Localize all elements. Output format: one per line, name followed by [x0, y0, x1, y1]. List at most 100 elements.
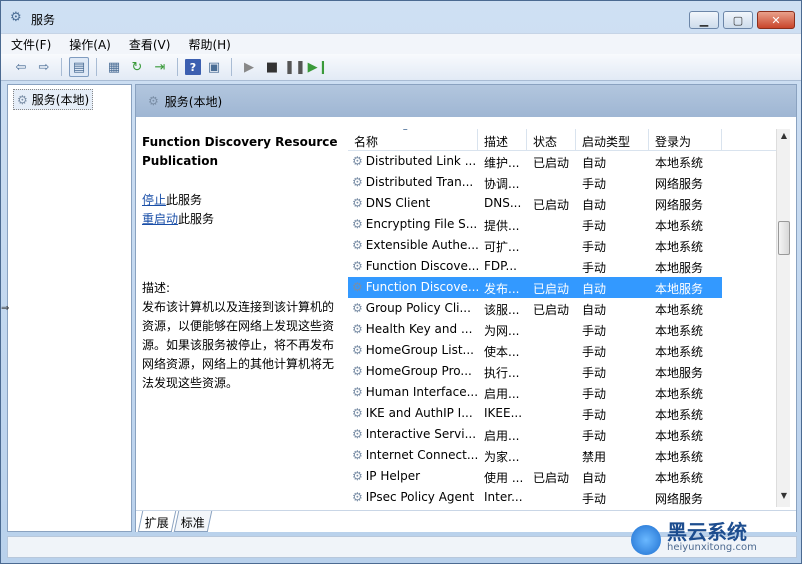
scroll-thumb[interactable]: [778, 221, 790, 255]
service-name: HomeGroup List...: [365, 343, 474, 357]
table-row[interactable]: ⚙ Distributed Link ... 维护... 已启动 自动 本地系统: [348, 151, 776, 172]
tab-standard[interactable]: 标准: [173, 511, 213, 532]
vertical-scrollbar[interactable]: ▲ ▼: [776, 129, 790, 507]
maximize-button[interactable]: ▢: [723, 11, 753, 29]
service-name-cell: ⚙ Function Discove...: [348, 277, 478, 298]
minimize-button[interactable]: ▁: [689, 11, 719, 29]
column-name[interactable]: 名称: [348, 129, 478, 151]
menu-action[interactable]: 操作(A): [59, 34, 119, 54]
list-header: 名称 描述 状态 启动类型 登录为: [348, 129, 776, 151]
column-log-on-as[interactable]: 登录为: [649, 129, 722, 151]
table-row[interactable]: ⚙ Human Interface... 启用... 手动 本地系统: [348, 382, 776, 403]
description-cell: IKEE...: [484, 406, 523, 420]
stop-service-link[interactable]: 停止: [142, 193, 166, 207]
menu-help[interactable]: 帮助(H): [178, 34, 238, 54]
table-row[interactable]: ⚙ HomeGroup Pro... 执行... 手动 本地服务: [348, 361, 776, 382]
table-row[interactable]: ⚙ IKE and AuthIP I... IKEE... 手动 本地系统: [348, 403, 776, 424]
log-on-as-cell: 本地系统: [655, 450, 704, 464]
restart-service-link[interactable]: 重启动: [142, 212, 178, 226]
service-gear-icon: ⚙: [352, 343, 363, 357]
startup-type-cell: 自动: [582, 156, 607, 170]
table-row[interactable]: ⚙ Function Discove... 发布... 已启动 自动 本地服务: [348, 277, 776, 298]
menu-file[interactable]: 文件(F): [1, 34, 59, 54]
description-cell: 可扩...: [484, 240, 520, 254]
log-on-as-cell: 本地系统: [655, 429, 704, 443]
service-name: Group Policy Cli...: [365, 301, 471, 315]
service-title: Function Discovery Resource Publication: [142, 135, 338, 168]
service-name-cell: ⚙ DNS Client: [348, 193, 478, 214]
services-list: 名称 描述 状态 启动类型 登录为 ⚙Distributed Link ...维…: [348, 129, 776, 507]
help-icon[interactable]: ?: [185, 59, 201, 75]
status-cell: [527, 403, 576, 424]
menu-view[interactable]: 查看(V): [119, 34, 179, 54]
description-cell: 发布...: [478, 277, 527, 298]
status-cell: 已启动: [533, 156, 570, 170]
column-status[interactable]: 状态: [527, 129, 576, 151]
startup-type-cell: 手动: [582, 324, 607, 338]
status-cell: [527, 487, 576, 507]
service-gear-icon: ⚙: [352, 469, 363, 483]
forward-arrow-icon[interactable]: ⇨: [34, 57, 54, 77]
startup-type-cell: 手动: [582, 366, 607, 380]
table-row[interactable]: ⚙ HomeGroup List... 使本... 手动 本地系统: [348, 340, 776, 361]
table-row[interactable]: ⚙ Distributed Tran... 协调... 手动 网络服务: [348, 172, 776, 193]
table-row[interactable]: ⚙ IPsec Policy Agent Inter... 手动 网络服务: [348, 487, 776, 507]
watermark-name: 黑云系统: [667, 520, 747, 544]
tab-extended[interactable]: 扩展: [137, 511, 177, 532]
status-cell: [527, 340, 576, 361]
table-row[interactable]: ⚙ Function Discove... FDP... 手动 本地服务: [348, 256, 776, 277]
export-list-icon[interactable]: ⇥: [150, 57, 170, 77]
column-startup-type[interactable]: 启动类型: [576, 129, 649, 151]
service-name-cell: ⚙ Human Interface...: [348, 382, 478, 403]
service-gear-icon: ⚙: [352, 364, 363, 378]
status-cell: 已启动: [533, 198, 570, 212]
show-hide-tree-icon[interactable]: ▤: [69, 57, 89, 77]
menu-bar: 文件(F) 操作(A) 查看(V) 帮助(H): [1, 33, 801, 54]
service-name: IPsec Policy Agent: [365, 490, 475, 504]
pane-header: ⚙ 服务(本地): [136, 85, 796, 117]
tree-item-services-local[interactable]: ⚙ 服务(本地): [13, 89, 94, 110]
console-tree-icon[interactable]: ▣: [204, 57, 224, 77]
status-cell: [527, 319, 576, 340]
service-gear-icon: ⚙: [352, 196, 363, 210]
status-cell: [527, 382, 576, 403]
description-cell: 该服...: [484, 303, 520, 317]
table-row[interactable]: ⚙ DNS Client DNS... 已启动 自动 网络服务: [348, 193, 776, 214]
startup-type-cell: 手动: [582, 261, 607, 275]
pause-service-icon[interactable]: ❚❚: [284, 57, 306, 77]
table-row[interactable]: ⚙ Group Policy Cli... 该服... 已启动 自动 本地系统: [348, 298, 776, 319]
service-gear-icon: ⚙: [352, 406, 363, 420]
service-gear-icon: ⚙: [352, 322, 363, 336]
service-name-cell: ⚙ HomeGroup Pro...: [348, 361, 478, 382]
scroll-up-icon[interactable]: ▲: [777, 131, 791, 145]
table-row[interactable]: ⚙ Health Key and ... 为网... 手动 本地系统: [348, 319, 776, 340]
restart-service-icon[interactable]: ▶❙: [308, 57, 329, 77]
service-name: HomeGroup Pro...: [365, 364, 472, 378]
properties-icon[interactable]: ▦: [104, 57, 124, 77]
restart-suffix: 此服务: [178, 212, 215, 226]
table-row[interactable]: ⚙ Encrypting File S... 提供... 手动 本地系统: [348, 214, 776, 235]
status-cell: [527, 424, 576, 445]
stop-service-icon[interactable]: ■: [262, 57, 282, 77]
scroll-down-icon[interactable]: ▼: [777, 491, 791, 505]
table-row[interactable]: ⚙ Interactive Servi... 启用... 手动 本地系统: [348, 424, 776, 445]
service-description-panel: Function Discovery Resource Publication …: [142, 133, 342, 393]
back-arrow-icon[interactable]: ⇦: [11, 57, 31, 77]
table-row[interactable]: ⚙ IP Helper 使用 ... 已启动 自动 本地系统: [348, 466, 776, 487]
status-cell: [527, 256, 576, 277]
startup-type-cell: 手动: [582, 429, 607, 443]
column-description[interactable]: 描述: [478, 129, 527, 151]
details-pane: ⚙ 服务(本地) Function Discovery Resource Pub…: [135, 84, 797, 532]
service-gear-icon: ⚙: [352, 427, 363, 441]
service-name-cell: ⚙ Function Discove...: [348, 256, 478, 277]
refresh-icon[interactable]: ↻: [127, 57, 147, 77]
console-tree: ⚙ 服务(本地): [7, 84, 132, 532]
table-row[interactable]: ⚙ Extensible Authe... 可扩... 手动 本地系统: [348, 235, 776, 256]
log-on-as-cell: 本地系统: [655, 156, 704, 170]
close-button[interactable]: ✕: [757, 11, 795, 29]
start-service-icon[interactable]: ▶: [239, 57, 259, 77]
startup-type-cell: 禁用: [582, 450, 607, 464]
pane-splitter-icon[interactable]: ⇒: [1, 303, 9, 314]
service-gear-icon: ⚙: [352, 448, 363, 462]
table-row[interactable]: ⚙ Internet Connect... 为家... 禁用 本地系统: [348, 445, 776, 466]
